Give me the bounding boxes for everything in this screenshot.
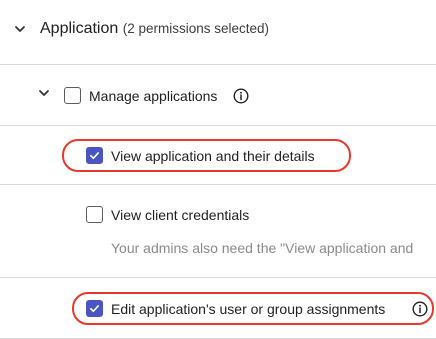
- permission-row-view-client-credentials: View client credentials Your admins also…: [0, 185, 436, 277]
- view-client-credentials-checkbox[interactable]: [86, 206, 103, 223]
- view-application-label: View application and their details: [111, 148, 315, 164]
- chevron-down-icon[interactable]: [38, 87, 50, 99]
- section-title-text: Application: [40, 20, 119, 37]
- info-icon[interactable]: [412, 301, 428, 317]
- info-icon[interactable]: [233, 88, 249, 104]
- permission-row-view-application: View application and their details: [0, 126, 436, 184]
- chevron-down-icon[interactable]: [14, 23, 26, 35]
- view-application-checkbox[interactable]: [86, 147, 103, 164]
- group-row-manage-applications: Manage applications: [0, 65, 436, 125]
- section-header-row: Application (2 permissions selected): [0, 0, 436, 64]
- manage-applications-checkbox[interactable]: [64, 87, 81, 104]
- edit-assignments-checkbox[interactable]: [86, 300, 103, 317]
- permission-row-edit-assignments: Edit application's user or group assignm…: [0, 278, 436, 339]
- edit-assignments-label: Edit application's user or group assignm…: [111, 301, 386, 317]
- manage-applications-label: Manage applications: [89, 88, 218, 104]
- checkmark-icon: [90, 305, 99, 313]
- section-title: Application (2 permissions selected): [40, 19, 269, 39]
- section-permission-count: (2 permissions selected): [122, 21, 270, 36]
- view-client-credentials-label: View client credentials: [111, 207, 250, 223]
- checkmark-icon: [90, 152, 99, 160]
- view-client-credentials-help-text: Your admins also need the "View applicat…: [111, 240, 414, 256]
- permissions-panel: Application (2 permissions selected) Man…: [0, 0, 436, 339]
